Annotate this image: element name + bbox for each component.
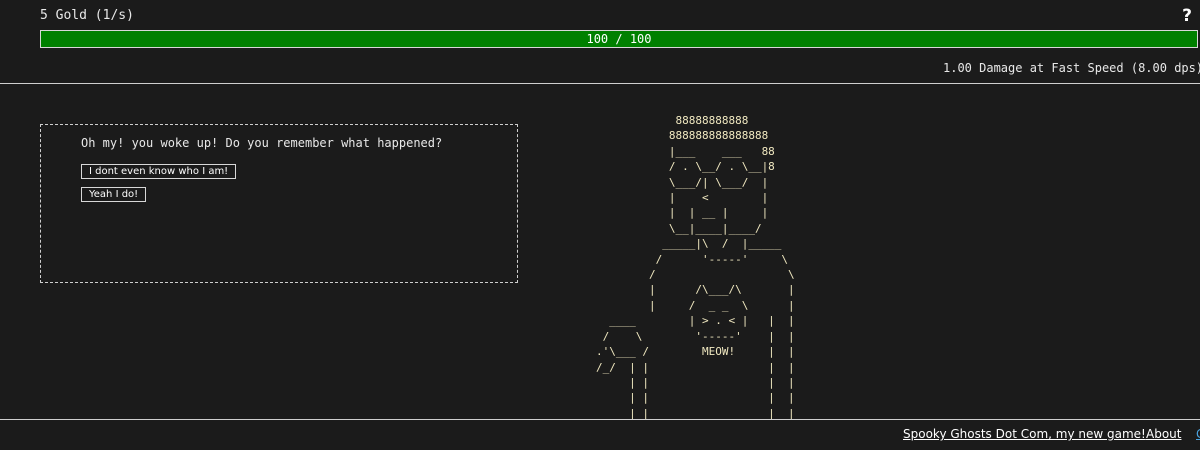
choice-button-remember[interactable]: Yeah I do!: [81, 187, 147, 202]
ascii-character-art: 88888888888 888888888888888 |___ ___ 88 …: [596, 114, 795, 420]
gold-counter: 5 Gold (1/s): [40, 8, 134, 23]
bottom-divider: [0, 419, 1200, 420]
footer-link-truncated[interactable]: G: [1196, 427, 1200, 441]
game-screen: 5 Gold (1/s) ? 100 / 100 1.00 Damage at …: [0, 0, 1200, 450]
health-bar: 100 / 100: [40, 30, 1198, 48]
damage-stats: 1.00 Damage at Fast Speed (8.00 dps)| 0%: [943, 61, 1200, 75]
help-button[interactable]: ?: [1182, 6, 1192, 26]
choice-button-forgot[interactable]: I dont even know who I am!: [81, 164, 237, 179]
dialog-box: Oh my! you woke up! Do you remember what…: [40, 124, 518, 283]
top-divider: [0, 83, 1200, 84]
health-bar-text: 100 / 100: [586, 32, 652, 46]
dialog-message: Oh my! you woke up! Do you remember what…: [81, 136, 443, 150]
footer-link-spooky-ghosts[interactable]: Spooky Ghosts Dot Com, my new game!: [903, 427, 1146, 441]
footer-link-about[interactable]: About: [1146, 427, 1181, 441]
